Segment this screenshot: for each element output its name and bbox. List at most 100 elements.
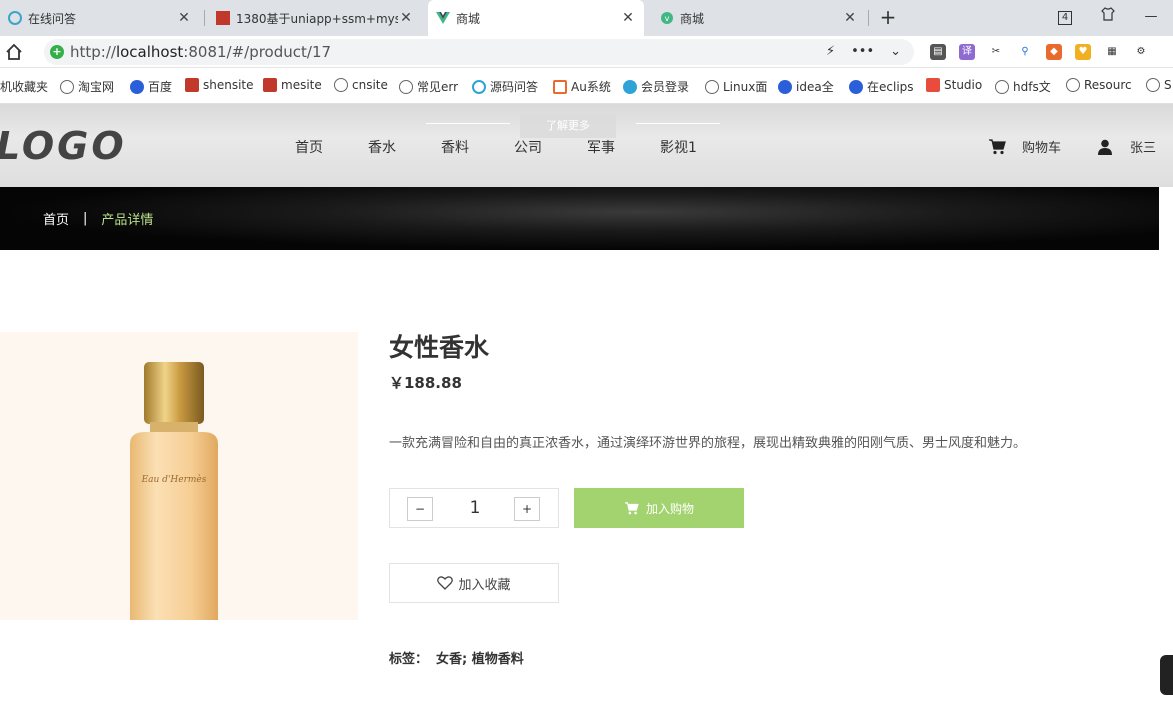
close-icon[interactable]: ✕: [620, 10, 636, 26]
bookmark-item[interactable]: mesite: [263, 78, 322, 92]
increase-button[interactable]: +: [514, 497, 540, 521]
translate-icon[interactable]: 译: [959, 44, 975, 60]
bookmark-item[interactable]: cnsite: [334, 78, 388, 92]
paw-icon: [778, 79, 792, 94]
breadcrumb: 首页 | 产品详情: [43, 209, 153, 228]
tab-uniapp[interactable]: 1380基于uniapp+ssm+mysql ✕: [208, 0, 422, 36]
tags-label: 标签：: [389, 652, 429, 667]
bookmark-item[interactable]: 在eclips: [849, 78, 913, 95]
globe-icon: [399, 79, 413, 94]
tab-label: 1380基于uniapp+ssm+mysql: [236, 11, 398, 26]
puzzle-icon[interactable]: ⚙: [1133, 44, 1149, 60]
close-icon[interactable]: ✕: [176, 10, 192, 26]
paw-icon: [130, 79, 144, 94]
user-name: 张三: [1130, 141, 1157, 156]
close-icon[interactable]: ✕: [398, 10, 414, 26]
globe-icon: [705, 79, 719, 94]
learn-more-button[interactable]: 了解更多: [520, 114, 616, 138]
site-icon: [263, 78, 277, 92]
tab-count-icon[interactable]: 4: [1054, 6, 1076, 28]
globe-icon: [1146, 78, 1160, 92]
close-icon[interactable]: ✕: [842, 10, 858, 26]
bookmark-item[interactable]: Au系统: [553, 78, 611, 95]
shirt-icon[interactable]: [1097, 6, 1119, 28]
game-icon[interactable]: ◆: [1046, 44, 1062, 60]
site-icon: [553, 79, 567, 94]
bookmark-item[interactable]: Studio: [926, 78, 984, 92]
bookmark-item[interactable]: S: [1146, 78, 1172, 92]
quantity-stepper: − 1 +: [389, 488, 559, 528]
secure-icon: +: [50, 45, 64, 59]
bookmarks-bar: 机收藏夹 淘宝网 百度 shensite mesite cnsite 常见err…: [0, 68, 1173, 104]
new-tab-button[interactable]: +: [876, 6, 900, 30]
bookmark-item[interactable]: 淘宝网: [60, 78, 114, 95]
url-text: http://localhost:8081/#/product/17: [70, 43, 332, 61]
vue-icon: [436, 12, 450, 24]
bookmark-item[interactable]: 会员登录: [623, 78, 691, 95]
breadcrumb-current: 产品详情: [101, 213, 154, 228]
tab-label: 商城: [680, 11, 705, 26]
bookmark-item[interactable]: 源码问答: [472, 78, 538, 95]
apps-grid-icon[interactable]: ▦: [1104, 44, 1120, 60]
user-icon: [1098, 139, 1112, 155]
bookmark-item[interactable]: 机收藏夹: [0, 78, 48, 95]
breadcrumb-home[interactable]: 首页: [43, 209, 69, 228]
bookmark-item[interactable]: Linux面: [705, 78, 767, 95]
more-icon[interactable]: •••: [851, 44, 874, 59]
minimize-icon[interactable]: —: [1140, 6, 1162, 28]
search-icon[interactable]: ⚲: [1017, 44, 1033, 60]
paw-icon: [849, 79, 863, 94]
shield-icon[interactable]: ♥: [1075, 44, 1091, 60]
globe-icon: [334, 78, 348, 92]
side-scroll-handle[interactable]: [1160, 655, 1173, 695]
product-image: Eau d'Hermès: [0, 332, 358, 620]
site-icon: [8, 11, 22, 25]
globe-icon: [60, 79, 74, 94]
bookmark-item[interactable]: Resourc: [1066, 78, 1134, 92]
tab-qa[interactable]: 在线问答 ✕: [0, 0, 200, 36]
learn-more[interactable]: 了解更多: [426, 108, 726, 138]
globe-icon: [1066, 78, 1080, 92]
bookmark-item[interactable]: hdfs文: [995, 78, 1053, 95]
tab-shop[interactable]: v 商城 ✕: [652, 0, 866, 36]
reader-icon[interactable]: ▤: [930, 44, 946, 60]
cart-link[interactable]: 购物车: [988, 137, 1061, 156]
home-icon[interactable]: [5, 43, 23, 61]
add-to-cart-button[interactable]: 加入购物: [574, 488, 744, 528]
page-banner: 首页 | 产品详情: [0, 187, 1159, 250]
bottle-label: Eau d'Hermès: [141, 474, 207, 485]
chevron-down-icon[interactable]: ⌄: [890, 44, 901, 59]
cart-icon: [989, 138, 1006, 154]
bookmark-item[interactable]: shensite: [185, 78, 254, 92]
tab-label: 在线问答: [28, 11, 77, 26]
add-to-cart-label: 加入购物: [645, 501, 694, 516]
nav-item-home[interactable]: 首页: [295, 137, 323, 157]
cart-label: 购物车: [1022, 141, 1062, 156]
lightning-icon[interactable]: ⚡: [826, 44, 835, 59]
user-menu[interactable]: 张三: [1098, 137, 1156, 156]
perfume-bottle-image: Eau d'Hermès: [130, 362, 218, 620]
nav-item-film[interactable]: 影视1: [660, 137, 697, 157]
quantity-input[interactable]: 1: [430, 498, 520, 518]
globe-icon: [995, 79, 1009, 94]
bookmark-item[interactable]: 常见err: [399, 78, 461, 95]
nav-item-perfume[interactable]: 香水: [368, 137, 396, 157]
nav-item-spice[interactable]: 香料: [441, 137, 469, 157]
site-logo[interactable]: LOGO: [0, 124, 127, 168]
bookmark-item[interactable]: 百度: [130, 78, 172, 95]
add-to-favorite-button[interactable]: 加入收藏: [389, 563, 559, 603]
nav-item-military[interactable]: 军事: [587, 137, 615, 157]
tab-shop-active[interactable]: 商城 ✕: [428, 0, 644, 36]
product-description: 一款充满冒险和自由的真正浓香水，通过演绎环游世界的旅程，展现出精致典雅的阳刚气质…: [389, 436, 1027, 451]
breadcrumb-separator: |: [83, 211, 88, 226]
scissors-icon[interactable]: ✂: [988, 44, 1004, 60]
nav-item-company[interactable]: 公司: [514, 137, 542, 157]
site-header: LOGO 了解更多 首页 香水 香料 公司 军事 影视1 购物车 张三: [0, 104, 1173, 187]
bookmark-item[interactable]: idea全: [778, 78, 834, 95]
address-bar: + http://localhost:8081/#/product/17 ⚡ •…: [0, 36, 1173, 68]
cloud-icon: [623, 79, 637, 94]
product-price: ￥188.88: [389, 374, 462, 392]
heart-icon: [437, 576, 454, 590]
vue-icon: v: [661, 12, 673, 24]
url-field[interactable]: + http://localhost:8081/#/product/17: [44, 39, 914, 65]
